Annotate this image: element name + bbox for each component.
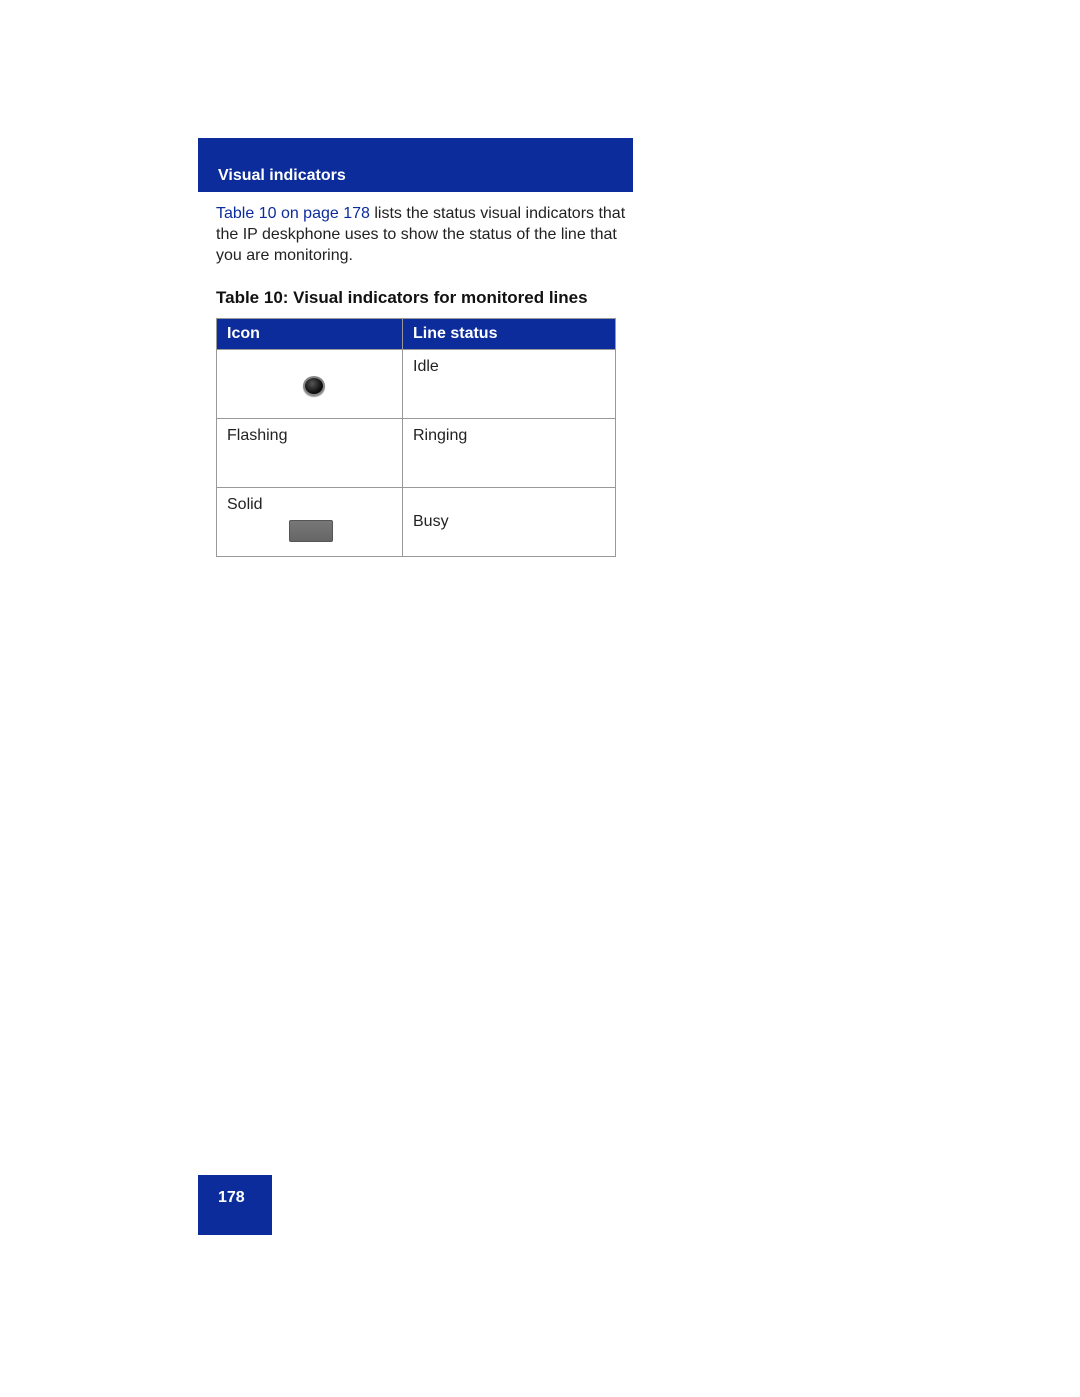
icon-label: Solid (227, 496, 392, 514)
table-cell-icon: Flashing (217, 419, 403, 488)
table-cell-status: Busy (403, 488, 616, 557)
table-header-icon: Icon (217, 319, 403, 350)
idle-indicator-icon (303, 376, 325, 396)
table-cell-status: Ringing (403, 419, 616, 488)
table-reference-link[interactable]: Table 10 on page 178 (216, 205, 370, 222)
page-number: 178 (198, 1175, 272, 1235)
table-row: Idle (217, 350, 616, 419)
table-header-status: Line status (403, 319, 616, 350)
table-cell-icon: Solid (217, 488, 403, 557)
table-cell-icon (217, 350, 403, 419)
visual-indicators-table: Icon Line status Idle Flashing Ringing S… (216, 318, 616, 557)
body-paragraph: Table 10 on page 178 lists the status vi… (198, 204, 638, 266)
document-page: Visual indicators Table 10 on page 178 l… (198, 138, 633, 557)
page-header-bar: Visual indicators (198, 138, 633, 192)
table-row: Solid Busy (217, 488, 616, 557)
page-header-title: Visual indicators (218, 167, 346, 185)
table-caption: Table 10: Visual indicators for monitore… (216, 288, 633, 308)
table-cell-status: Idle (403, 350, 616, 419)
busy-indicator-icon (289, 520, 333, 542)
icon-label: Flashing (227, 427, 287, 444)
table-row: Flashing Ringing (217, 419, 616, 488)
table-header-row: Icon Line status (217, 319, 616, 350)
